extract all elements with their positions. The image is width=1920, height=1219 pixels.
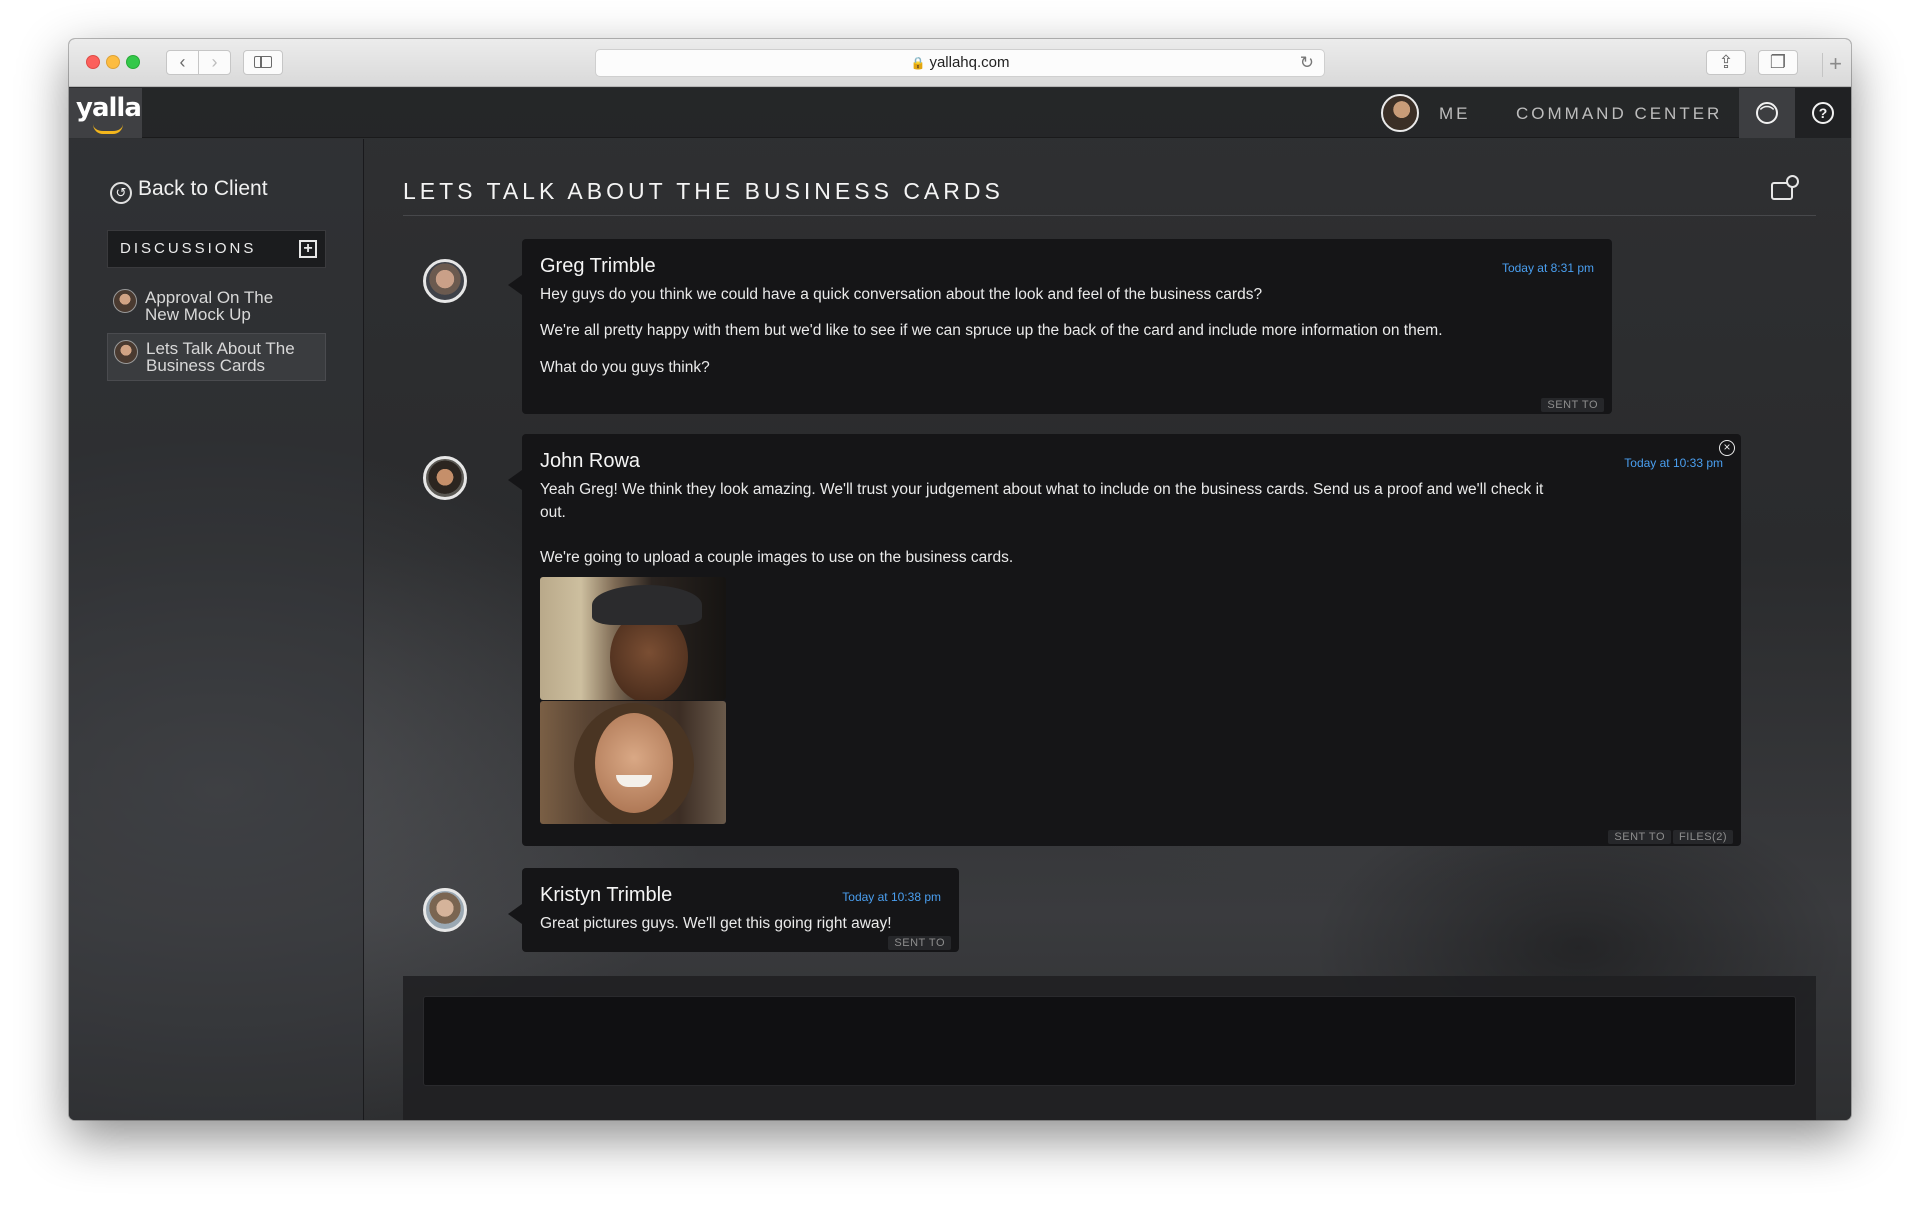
share-icon: ⇪: [1718, 52, 1734, 72]
chevron-right-icon: ›: [211, 52, 218, 72]
portrait-hat: [592, 585, 702, 625]
message-bubble: Greg Trimble Today at 8:31 pm Hey guys d…: [508, 239, 1612, 414]
discussion-sidebar: ↺ Back to Client DISCUSSIONS + Approval O…: [69, 139, 364, 1120]
add-discussion-icon[interactable]: +: [299, 240, 317, 258]
chevron-left-icon: ‹: [179, 52, 186, 72]
avatar-greg-trimble: [423, 259, 467, 303]
discussion-avatar: [114, 340, 138, 364]
forward-button[interactable]: ›: [198, 50, 231, 75]
title-divider: [403, 215, 1816, 216]
share-button[interactable]: ⇪: [1706, 50, 1746, 75]
broadcast-icon: ⌒: [1756, 102, 1778, 124]
help-button[interactable]: ?: [1795, 88, 1851, 138]
message-text: Great pictures guys. We'll get this goin…: [540, 915, 892, 932]
message-input[interactable]: [423, 996, 1796, 1086]
discussion-title-line1: Approval On The: [145, 288, 274, 307]
me-avatar[interactable]: [1381, 94, 1419, 132]
thread-title: LETS TALK ABOUT THE BUSINESS CARDS: [403, 178, 1004, 204]
close-icon[interactable]: ×: [1719, 440, 1735, 456]
zoom-window-button[interactable]: [126, 55, 140, 69]
browser-window: ‹ › 🔒 yallahq.com ↻ ⇪ ❐ + yalla ME COMMAN…: [69, 39, 1851, 1120]
sidebar-toggle-button[interactable]: [243, 50, 283, 75]
new-message-icon[interactable]: [1771, 175, 1799, 200]
discussions-header: DISCUSSIONS +: [107, 230, 326, 268]
new-tab-button[interactable]: +: [1822, 53, 1848, 77]
message-timestamp: Today at 10:38 pm: [842, 890, 941, 904]
app-topbar: yalla ME COMMAND CENTER ⌒ ?: [69, 88, 1851, 138]
nav-me-link[interactable]: ME: [1439, 104, 1471, 124]
broadcast-button[interactable]: ⌒: [1739, 88, 1795, 138]
files-tag[interactable]: FILES(2): [1672, 830, 1733, 844]
reload-icon[interactable]: ↻: [1300, 50, 1314, 76]
message-author: John Rowa: [540, 450, 641, 472]
portrait-face: [595, 713, 673, 813]
message-bubble: Kristyn Trimble Today at 10:38 pm Great …: [508, 868, 959, 952]
discussion-avatar: [113, 289, 137, 313]
discussion-item-business-cards[interactable]: Lets Talk About The Business Cards: [107, 333, 326, 381]
close-window-button[interactable]: [86, 55, 100, 69]
app-area: yalla ME COMMAND CENTER ⌒ ? ↺ Back to Cli…: [69, 88, 1851, 1120]
message-timestamp: Today at 8:31 pm: [1501, 261, 1594, 275]
message-text: Yeah Greg! We think they look amazing. W…: [540, 481, 1544, 498]
message-text: What do you guys think?: [540, 359, 710, 376]
discussion-item-approval[interactable]: Approval On The New Mock Up: [107, 283, 326, 331]
back-to-client-label: Back to Client: [138, 177, 268, 200]
message-composer: [403, 976, 1816, 1120]
logo-smile-mark: [93, 124, 123, 134]
discussion-title-line2: Business Cards: [146, 356, 266, 375]
avatar-kristyn-trimble: [423, 888, 467, 932]
logo-text: yalla: [76, 93, 142, 123]
sent-to-tag[interactable]: SENT TO: [1541, 398, 1604, 412]
tabs-icon: ❐: [1769, 52, 1787, 72]
attachment-image[interactable]: [540, 577, 726, 700]
message-text: We're all pretty happy with them but we'…: [540, 322, 1443, 339]
message-author: Kristyn Trimble: [540, 884, 673, 906]
discussions-label: DISCUSSIONS: [120, 240, 257, 257]
back-button[interactable]: ‹: [166, 50, 199, 75]
back-to-client-link[interactable]: ↺ Back to Client: [110, 177, 268, 204]
browser-toolbar: ‹ › 🔒 yallahq.com ↻ ⇪ ❐ +: [69, 39, 1851, 87]
minimize-window-button[interactable]: [106, 55, 120, 69]
tabs-overview-button[interactable]: ❐: [1758, 50, 1798, 75]
message-bubble: × John Rowa Today at 10:33 pm Yeah Greg!…: [508, 434, 1741, 846]
sidebar-icon: [254, 56, 272, 68]
message-text: out.: [540, 504, 566, 521]
avatar-john-rowa: [423, 456, 467, 500]
help-icon: ?: [1812, 102, 1834, 124]
message-text: Hey guys do you think we could have a qu…: [540, 286, 1263, 303]
sent-to-tag[interactable]: SENT TO: [888, 936, 951, 950]
lock-icon: 🔒: [910, 56, 926, 70]
message-timestamp: Today at 10:33 pm: [1624, 456, 1723, 470]
nav-command-center-link[interactable]: COMMAND CENTER: [1516, 104, 1722, 124]
attachment-image[interactable]: [540, 701, 726, 824]
url-text: yallahq.com: [929, 54, 1010, 71]
back-arrow-icon: ↺: [110, 182, 132, 204]
discussion-title-line2: New Mock Up: [145, 305, 251, 324]
message-author: Greg Trimble: [540, 255, 656, 277]
sent-to-tag[interactable]: SENT TO: [1608, 830, 1671, 844]
message-text: We're going to upload a couple images to…: [540, 549, 1014, 566]
address-bar[interactable]: 🔒 yallahq.com ↻: [595, 49, 1325, 77]
discussion-title-line1: Lets Talk About The: [146, 339, 295, 358]
yalla-logo[interactable]: yalla: [69, 88, 142, 138]
